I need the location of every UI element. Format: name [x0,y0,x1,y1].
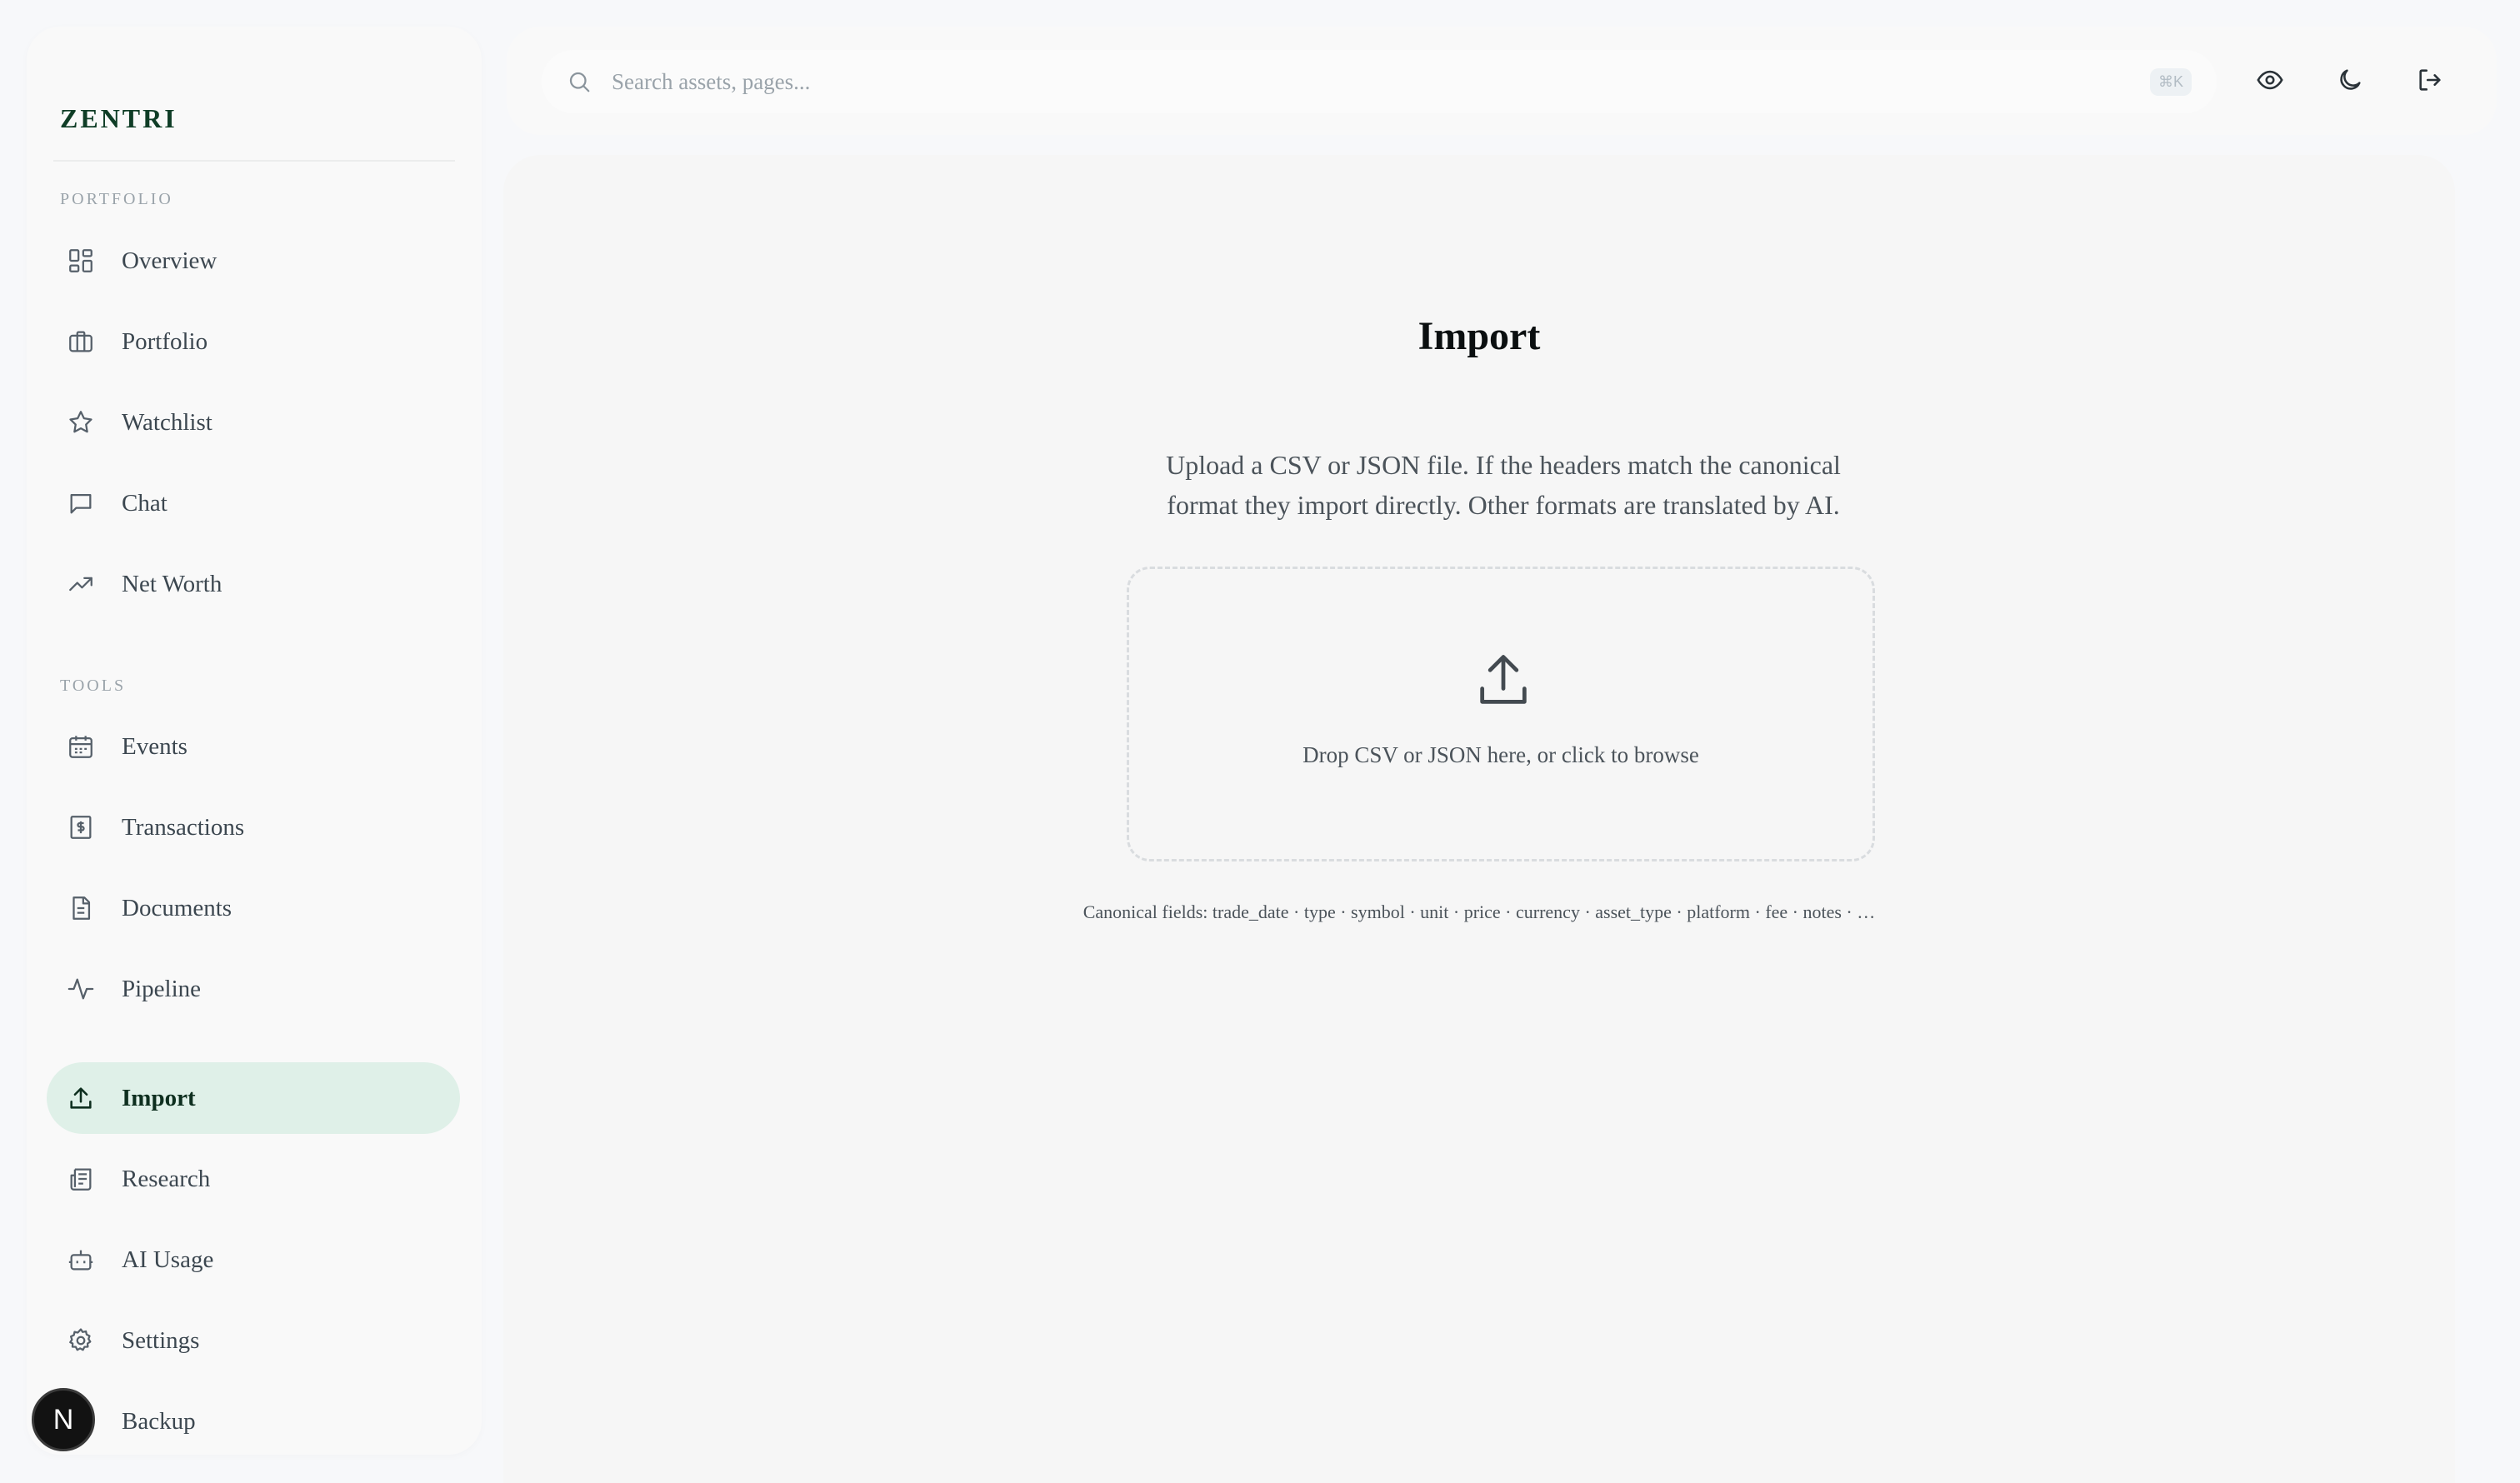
sidebar-item-label: Documents [122,894,232,921]
sidebar-item-label: Overview [122,247,218,274]
theme-toggle-button[interactable] [2323,55,2377,108]
chat-icon [65,487,97,519]
upload-icon [65,1082,97,1114]
briefcase-icon [65,326,97,357]
star-icon [65,407,97,438]
sidebar-item-ai-usage[interactable]: AI Usage [47,1224,460,1296]
sidebar-item-label: Net Worth [122,570,222,597]
sidebar-item-overview[interactable]: Overview [47,225,460,297]
sidebar-item-label: Events [122,732,188,760]
logout-button[interactable] [2403,55,2457,108]
logout-icon [2416,66,2444,98]
gear-icon [65,1325,97,1356]
sidebar-item-backup[interactable]: Backup [47,1386,460,1457]
sidebar-item-label: Pipeline [122,975,202,1002]
sidebar-item-label: AI Usage [122,1246,214,1273]
eye-icon [2256,66,2284,98]
sidebar-item-label: Research [122,1165,211,1192]
sidebar-item-pipeline[interactable]: Pipeline [47,953,460,1025]
avatar[interactable]: N [32,1388,95,1451]
sidebar-item-label: Backup [122,1407,196,1435]
sidebar-item-label: Settings [122,1326,200,1354]
sidebar-item-label: Watchlist [122,408,212,436]
search-icon [567,68,593,95]
sidebar-item-research[interactable]: Research [47,1143,460,1215]
sidebar-item-net-worth[interactable]: Net Worth [47,548,460,620]
upload-icon [1472,649,1535,712]
main-content: Import Upload a CSV or JSON file. If the… [503,155,2455,1483]
canonical-fields-hint: Canonical fields: trade_date · type · sy… [1082,901,1876,922]
sidebar-item-label: Transactions [122,813,245,841]
search-input[interactable] [612,68,2150,95]
page-title: Import [1418,314,1541,358]
bot-icon [65,1244,97,1276]
sidebar-item-settings[interactable]: Settings [47,1305,460,1376]
trending-up-icon [65,568,97,600]
sidebar-item-label: Portfolio [122,327,208,355]
search-shortcut-badge: ⌘K [2149,67,2192,96]
sidebar-item-transactions[interactable]: Transactions [47,791,460,863]
sidebar-item-label: Chat [122,489,168,517]
moon-icon [2336,66,2364,98]
topbar: ⌘K [507,27,2497,135]
sidebar-item-watchlist[interactable]: Watchlist [47,387,460,458]
sidebar-item-import[interactable]: Import [47,1062,460,1134]
sidebar-item-documents[interactable]: Documents [47,872,460,944]
import-description: Upload a CSV or JSON file. If the header… [1166,450,1841,520]
dropzone-text: Drop CSV or JSON here, or click to brows… [1302,742,1699,767]
privacy-toggle-button[interactable] [2243,55,2297,108]
grid-icon [65,245,97,277]
sidebar-item-label: Import [122,1084,196,1111]
brand-logo[interactable]: ZENTRI [60,103,178,134]
sidebar-item-portfolio[interactable]: Portfolio [47,306,460,377]
search-box[interactable]: ⌘K [542,50,2217,113]
section-label-tools: TOOLS [60,677,127,695]
sidebar: ZENTRI PORTFOLIO Overview Portfolio Watc… [27,27,482,1455]
activity-icon [65,973,97,1005]
sidebar-item-chat[interactable]: Chat [47,467,460,539]
brand-divider [53,160,455,162]
file-dropzone[interactable]: Drop CSV or JSON here, or click to brows… [1127,567,1875,861]
section-label-portfolio: PORTFOLIO [60,190,173,208]
document-icon [65,892,97,924]
calendar-icon [65,731,97,762]
sidebar-item-events[interactable]: Events [47,711,460,782]
newspaper-icon [65,1163,97,1195]
receipt-icon [65,811,97,843]
